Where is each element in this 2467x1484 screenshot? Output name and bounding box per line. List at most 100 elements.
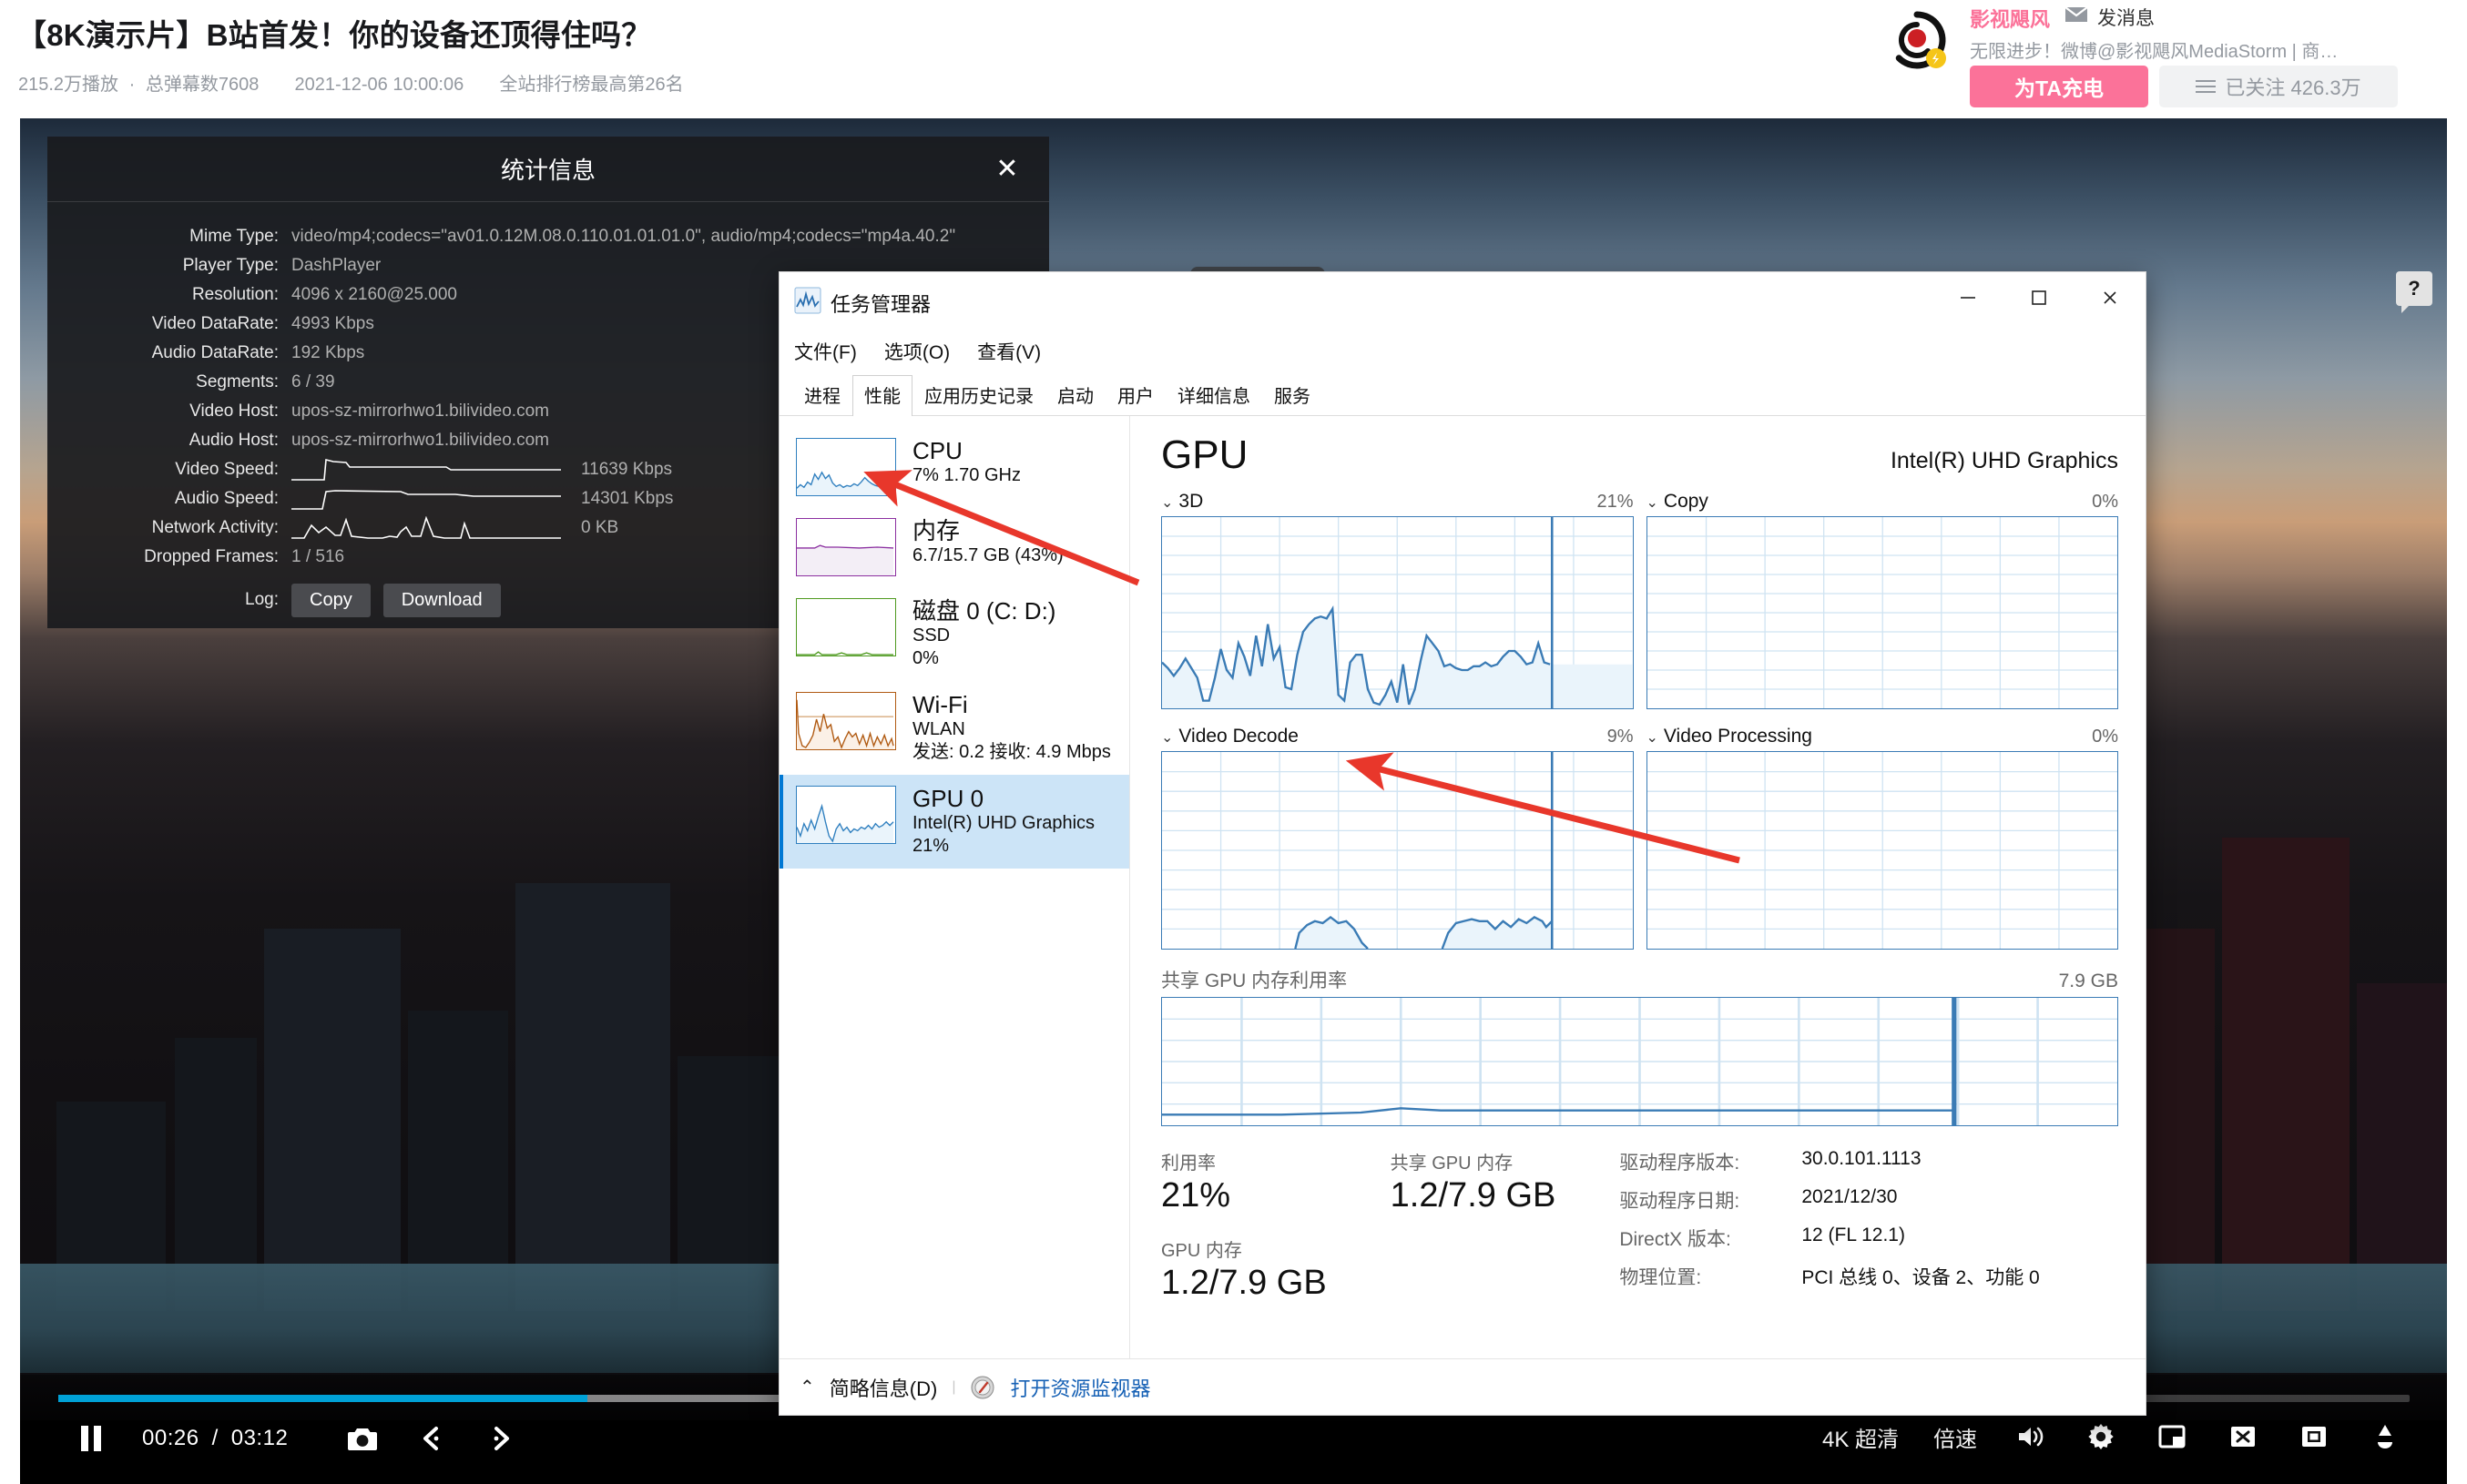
next-episode-icon[interactable]: [483, 1420, 519, 1457]
graph-label-copy: Copy: [1663, 491, 1708, 512]
sidebar-item-gpu[interactable]: GPU 0 Intel(R) UHD Graphics 21%: [780, 775, 1129, 869]
tab-app-history[interactable]: 应用历史记录: [912, 375, 1045, 416]
footer-divider: |: [952, 1378, 956, 1395]
memory-thumbnail-chart: [796, 518, 896, 576]
fewer-details-button[interactable]: 简略信息(D): [830, 1373, 938, 1402]
task-manager-window: 任务管理器 文件(F) 选项(O) 查看(V) 进程 性能 应用历史记录 启动 …: [779, 271, 2146, 1416]
stats-row: Mime Type: video/mp4;codecs="av01.0.12M.…: [47, 222, 1049, 251]
graph-label-video-decode: Video Decode: [1178, 726, 1299, 747]
sidebar-item-label: Wi-Fi: [912, 691, 968, 719]
gpu-summary-stats: 利用率 21% GPU 内存 1.2/7.9 GB 共享 GPU 内存 1.2/…: [1161, 1148, 2118, 1323]
detail-row: 物理位置: PCI 总线 0、设备 2、功能 0: [1619, 1263, 2039, 1290]
time-separator: /: [211, 1426, 219, 1450]
chevron-down-icon[interactable]: ⌄: [1161, 495, 1173, 511]
sidebar-item-wifi[interactable]: Wi-Fi WLAN 发送: 0.2 接收: 4.9 Mbps: [780, 681, 1129, 775]
uploader-description: 无限进步！微博@影视飓风MediaStorm | 商…: [1970, 42, 2339, 62]
charge-button[interactable]: 为TA充电: [1970, 66, 2148, 107]
copy-log-button[interactable]: Copy: [291, 583, 371, 617]
previous-episode-icon[interactable]: [413, 1420, 450, 1457]
open-resource-monitor-link[interactable]: 打开资源监视器: [1010, 1373, 1150, 1402]
volume-icon[interactable]: [2012, 1418, 2048, 1455]
tab-users[interactable]: 用户: [1106, 375, 1166, 416]
follow-button[interactable]: 已关注 426.3万: [2159, 66, 2398, 107]
quality-selector[interactable]: 4K 超清: [1822, 1421, 1899, 1453]
sidebar-item-label: CPU: [912, 437, 963, 464]
shared-gpu-memory-cap: 7.9 GB: [2058, 971, 2118, 991]
gpu-performance-panel: GPU Intel(R) UHD Graphics ⌄ 3D 21% ⌄ Cop…: [1130, 416, 2146, 1359]
graph-cell-copy: ⌄ Copy 0%: [1646, 491, 2118, 709]
stats-row-value: 0 KB: [581, 518, 619, 537]
gpu-memory-label: GPU 内存: [1161, 1241, 1242, 1261]
menu-file[interactable]: 文件(F): [794, 338, 857, 365]
sidebar-item-disk[interactable]: 磁盘 0 (C: D:) SSD 0%: [780, 587, 1129, 681]
task-manager-title-bar[interactable]: 任务管理器: [780, 272, 2146, 329]
close-icon[interactable]: [2075, 272, 2146, 323]
utilization-label: 利用率: [1161, 1154, 1216, 1174]
pause-icon[interactable]: [73, 1420, 109, 1457]
playback-speed-selector[interactable]: 倍速: [1933, 1421, 1977, 1453]
chevron-down-icon[interactable]: ⌄: [1646, 730, 1658, 746]
maximize-icon[interactable]: [2003, 272, 2075, 323]
detail-row: 驱动程序日期: 2021/12/30: [1619, 1186, 2039, 1214]
task-manager-menu-bar: 文件(F) 选项(O) 查看(V): [780, 329, 2146, 374]
sidebar-item-label: 内存: [912, 517, 961, 544]
progress-played: [58, 1395, 587, 1402]
menu-view[interactable]: 查看(V): [977, 338, 1041, 365]
stats-row-value: 4096 x 2160@25.000: [291, 285, 457, 304]
sidebar-item-detail: 6.7/15.7 GB (43%): [912, 545, 1064, 566]
tab-startup[interactable]: 启动: [1045, 375, 1106, 416]
menu-options[interactable]: 选项(O): [884, 338, 950, 365]
chevron-down-icon[interactable]: ⌄: [1161, 730, 1173, 746]
stats-row-key: Audio DataRate:: [151, 343, 279, 362]
gpu-device-name: Intel(R) UHD Graphics: [1890, 448, 2118, 473]
chevron-down-icon[interactable]: ⌄: [1646, 495, 1658, 511]
task-manager-icon: [794, 287, 821, 314]
stats-row-value: video/mp4;codecs="av01.0.12M.08.0.110.01…: [291, 227, 956, 246]
sidebar-item-cpu[interactable]: CPU 7% 1.70 GHz: [780, 427, 1129, 507]
pip-icon[interactable]: [2154, 1418, 2190, 1455]
stats-row-key: Segments:: [196, 372, 279, 391]
utilization-value: 21%: [1161, 1176, 1231, 1215]
send-message-link[interactable]: 发消息: [2097, 4, 2155, 31]
sidebar-item-memory[interactable]: 内存 6.7/15.7 GB (43%): [780, 507, 1129, 587]
sidebar-item-detail: 7% 1.70 GHz: [912, 465, 1021, 486]
widescreen-icon[interactable]: [2225, 1418, 2261, 1455]
tab-details[interactable]: 详细信息: [1166, 375, 1262, 416]
stats-row-key: Video Speed:: [175, 460, 279, 479]
chart-shared-gpu-memory: [1161, 997, 2118, 1126]
stats-row-value: DashPlayer: [291, 256, 382, 275]
gear-icon[interactable]: [2083, 1418, 2119, 1455]
graph-cell-video-processing: ⌄ Video Processing 0%: [1646, 726, 2118, 950]
fullscreen-icon[interactable]: [2367, 1418, 2403, 1455]
stats-row-key: Audio Host:: [189, 431, 279, 450]
detail-key: DirectX 版本:: [1619, 1229, 1731, 1250]
sidebar-item-detail: Intel(R) UHD Graphics: [912, 813, 1096, 834]
detail-key: 驱动程序版本:: [1619, 1153, 1740, 1174]
tab-performance[interactable]: 性能: [852, 375, 912, 416]
shared-memory-label: 共享 GPU 内存: [1390, 1154, 1514, 1174]
gpu-memory-value: 1.2/7.9 GB: [1161, 1264, 1327, 1302]
uploader-name[interactable]: 影视飓风: [1970, 4, 2050, 33]
view-count: 215.2万播放: [18, 75, 119, 95]
meta-dot: ·: [128, 75, 136, 95]
stats-panel-header: 统计信息 ✕: [47, 137, 1049, 202]
avatar[interactable]: [1886, 9, 1948, 71]
close-icon[interactable]: ✕: [989, 151, 1025, 188]
download-log-button[interactable]: Download: [382, 583, 501, 617]
sidebar-item-label: 磁盘 0 (C: D:): [912, 597, 1056, 625]
stats-row-key: Video Host:: [189, 401, 279, 421]
camera-icon[interactable]: [344, 1420, 381, 1457]
web-fullscreen-icon[interactable]: [2296, 1418, 2332, 1455]
task-manager-tabs: 进程 性能 应用历史记录 启动 用户 详细信息 服务: [780, 374, 2146, 416]
graph-pct-video-processing: 0%: [2092, 727, 2118, 747]
chevron-up-icon[interactable]: ⌃: [800, 1376, 815, 1398]
tab-services[interactable]: 服务: [1262, 375, 1322, 416]
tab-processes[interactable]: 进程: [792, 375, 852, 416]
minimize-icon[interactable]: [1932, 272, 2003, 323]
video-meta: 215.2万播放 · 总弹幕数7608 2021-12-06 10:00:06 …: [18, 69, 689, 96]
help-question-icon[interactable]: ?: [2396, 271, 2432, 313]
dropped-frames-key: Dropped Frames:: [144, 547, 279, 566]
gpu-thumbnail-chart: [796, 786, 896, 845]
sidebar-item-detail2: 21%: [912, 836, 950, 857]
log-label: Log:: [245, 590, 279, 609]
